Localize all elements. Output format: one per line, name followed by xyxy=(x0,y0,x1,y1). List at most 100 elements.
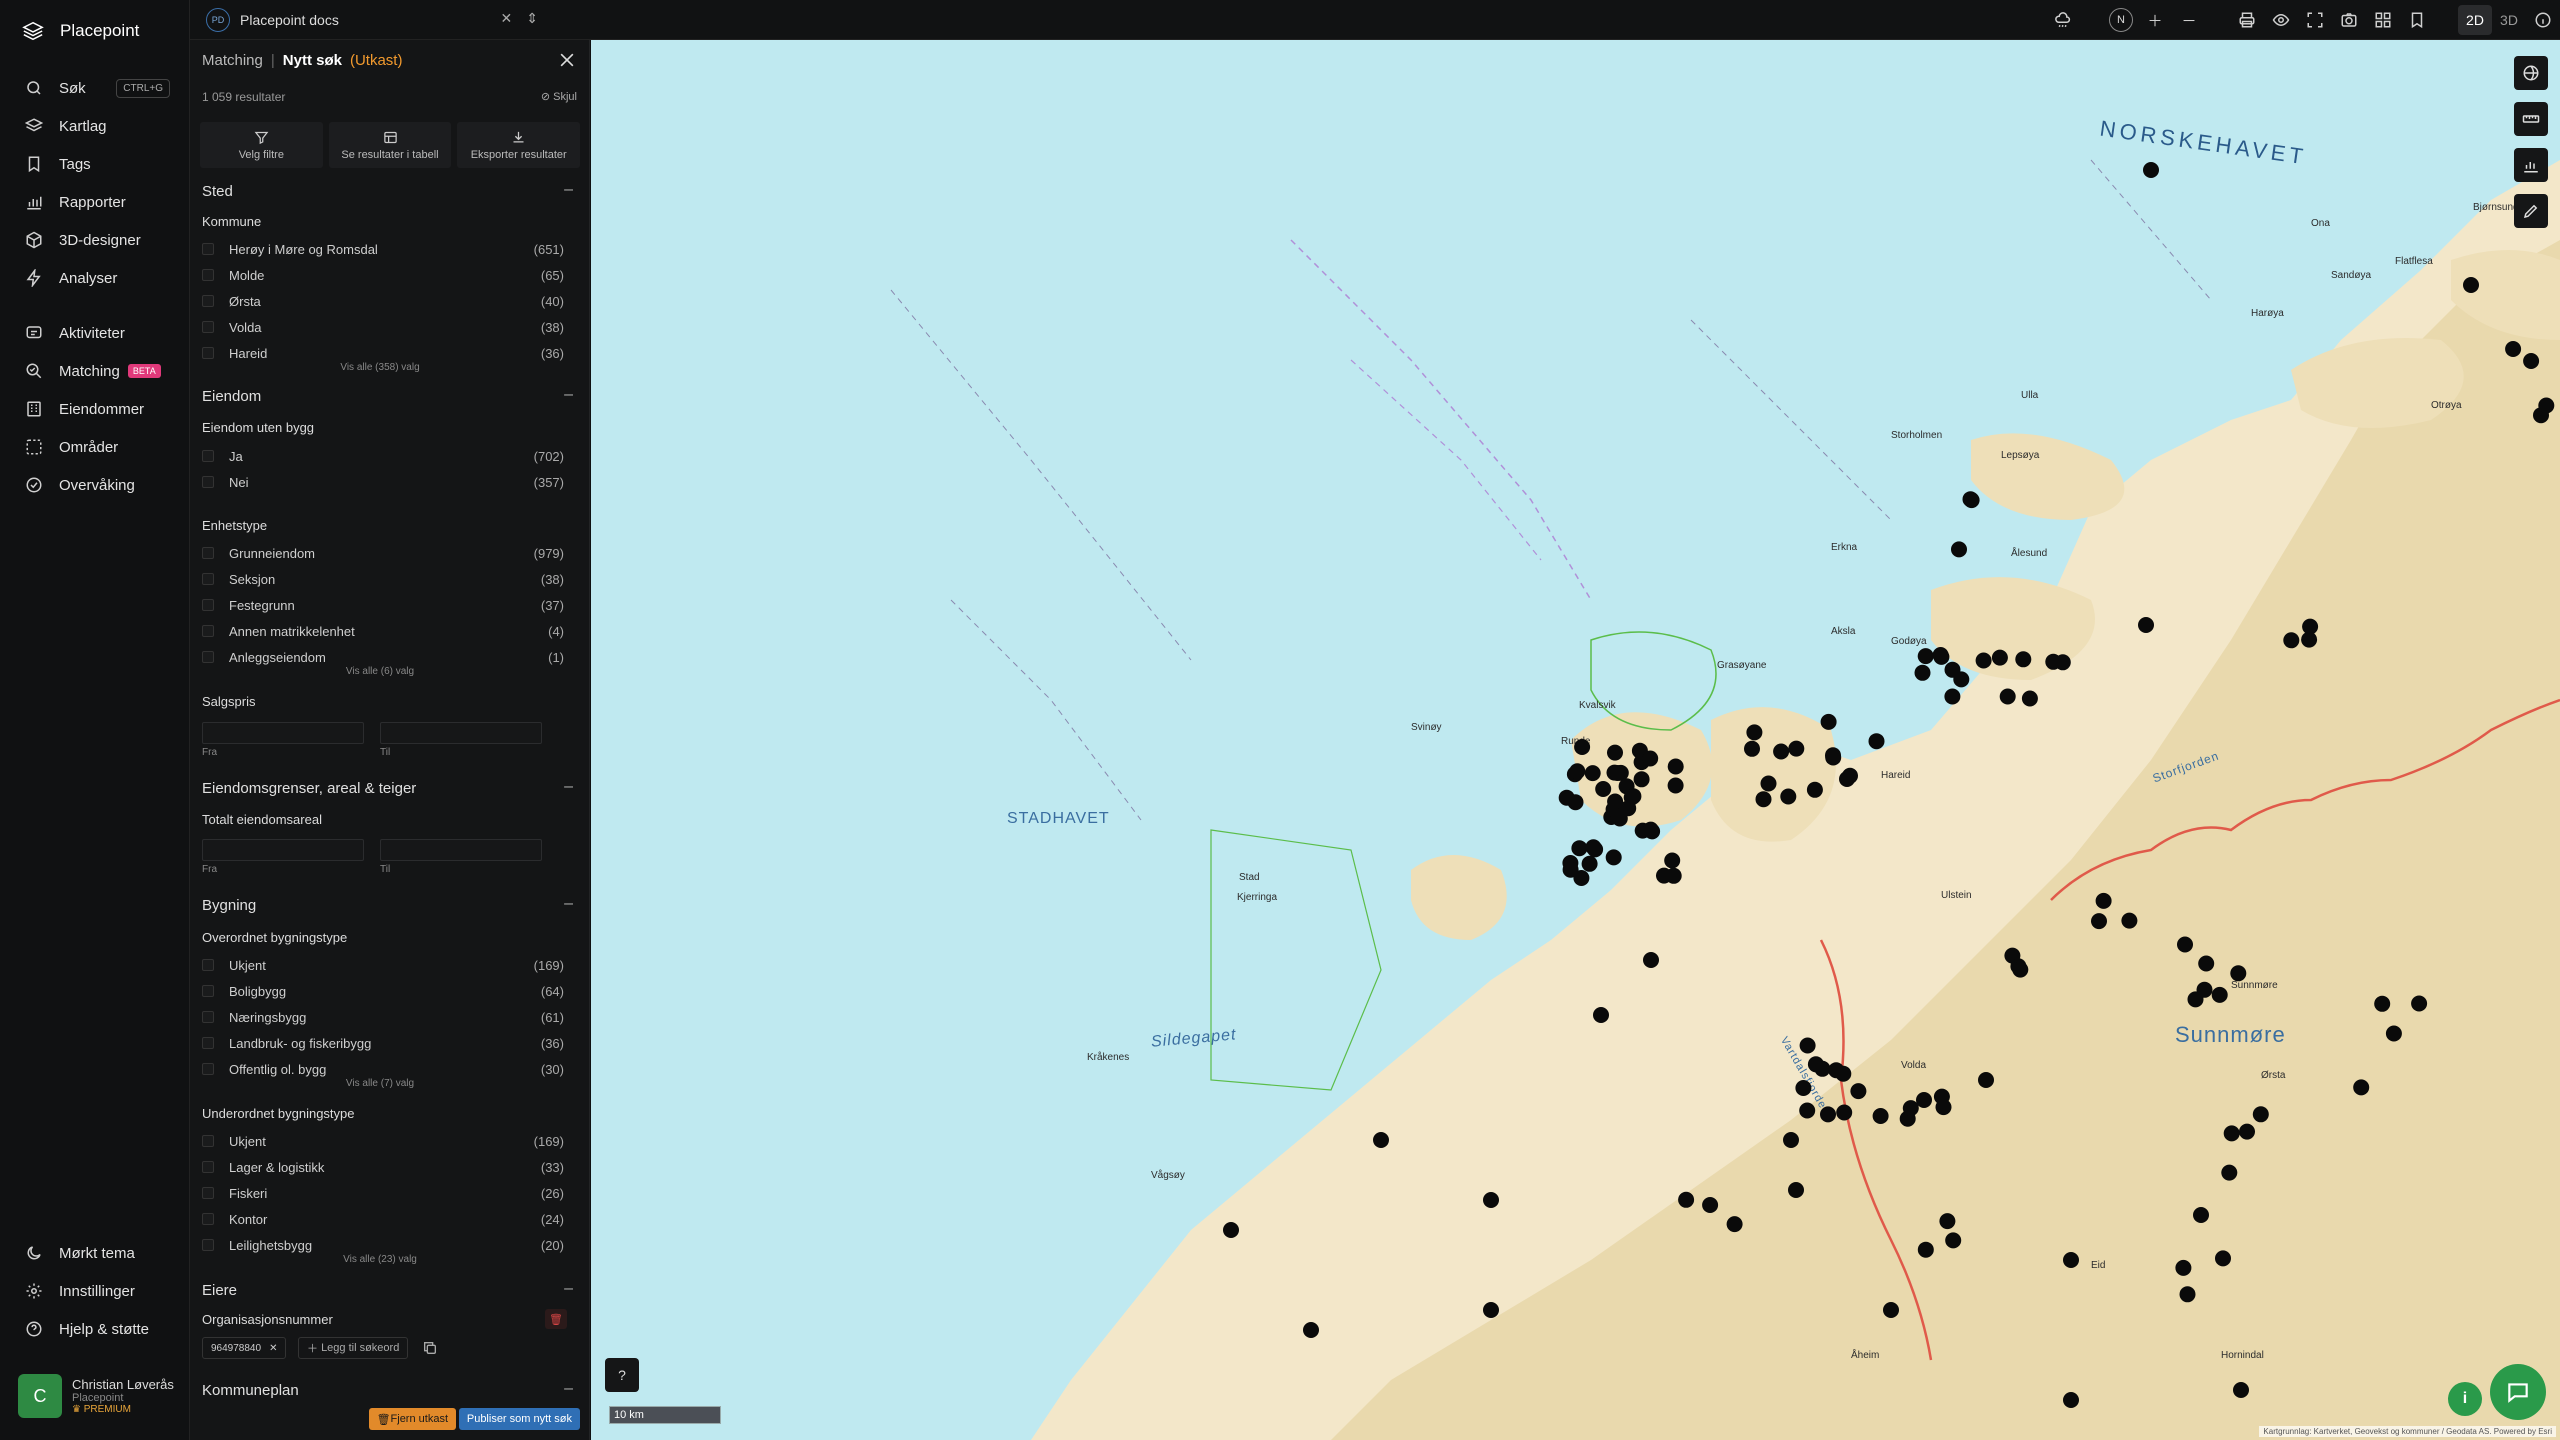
map-canvas[interactable]: NORSKEHAVET STADHAVET Sunnmøre Sildegape… xyxy=(591,40,2560,1440)
result-marker[interactable] xyxy=(1595,781,1612,797)
result-marker[interactable] xyxy=(1933,1088,1950,1105)
checkbox[interactable] xyxy=(202,1063,214,1075)
publish-button[interactable]: Publiser som nytt søk xyxy=(458,1408,580,1430)
result-marker[interactable] xyxy=(2411,995,2428,1012)
result-marker[interactable] xyxy=(1944,661,1961,678)
result-marker[interactable] xyxy=(1585,839,1602,856)
collapse-icon[interactable]: – xyxy=(564,181,573,199)
result-marker[interactable] xyxy=(1562,861,1579,878)
result-marker[interactable] xyxy=(1999,688,2016,705)
result-marker[interactable] xyxy=(1605,849,1622,866)
brand[interactable]: Placepoint xyxy=(22,20,139,42)
chat-button[interactable] xyxy=(2490,1364,2546,1420)
show-all-link[interactable]: Vis alle (23) valg xyxy=(190,1254,570,1265)
result-marker[interactable] xyxy=(1780,788,1797,805)
section-title-kommuneplan[interactable]: Kommuneplan xyxy=(202,1382,299,1399)
result-marker[interactable] xyxy=(2045,653,2062,670)
checkbox[interactable] xyxy=(202,959,214,971)
filter-option[interactable]: Kontor (24) xyxy=(202,1209,564,1229)
nav-item-dark-theme[interactable]: Mørkt tema xyxy=(0,1234,190,1272)
result-marker[interactable] xyxy=(1783,1132,1799,1148)
result-marker[interactable] xyxy=(1746,724,1763,741)
checkbox[interactable] xyxy=(202,1161,214,1173)
result-marker[interactable] xyxy=(2538,397,2555,414)
result-marker[interactable] xyxy=(1483,1192,1499,1208)
checkbox[interactable] xyxy=(202,985,214,997)
result-marker[interactable] xyxy=(2505,341,2522,357)
filter-option[interactable]: Ja (702) xyxy=(202,446,564,466)
eye-icon[interactable] xyxy=(2264,0,2298,40)
filter-option[interactable]: Molde (65) xyxy=(202,265,564,285)
remove-chip-icon[interactable]: ✕ xyxy=(269,1343,277,1354)
result-marker[interactable] xyxy=(1945,1232,1962,1249)
chevron-updown-icon[interactable]: ⇕ xyxy=(526,10,538,27)
section-title-bygning[interactable]: Bygning xyxy=(202,897,256,914)
filter-option[interactable]: Annen matrikkelenhet (4) xyxy=(202,621,564,641)
add-keyword-button[interactable]: ＋ Legg til søkeord xyxy=(298,1337,409,1359)
zoom-out-button[interactable]: － xyxy=(2172,0,2206,40)
nav-item-matching[interactable]: Matching BETA xyxy=(0,352,190,390)
result-marker[interactable] xyxy=(2374,995,2391,1012)
bookmark-toolbar-icon[interactable] xyxy=(2400,0,2434,40)
filter-option[interactable]: Grunneiendom (979) xyxy=(202,543,564,563)
result-marker[interactable] xyxy=(1868,733,1885,750)
result-marker[interactable] xyxy=(1773,743,1790,760)
result-marker[interactable] xyxy=(1760,775,1777,792)
clear-icon[interactable]: ✕ xyxy=(501,10,513,27)
checkbox[interactable] xyxy=(202,1213,214,1225)
result-marker[interactable] xyxy=(2233,1382,2249,1398)
result-marker[interactable] xyxy=(1872,1108,1889,1124)
collapse-icon[interactable]: – xyxy=(564,778,573,796)
result-marker[interactable] xyxy=(2012,961,2029,978)
close-icon[interactable] xyxy=(557,50,577,70)
filter-option[interactable]: Hareid (36) xyxy=(202,343,564,363)
filter-option[interactable]: Herøy i Møre og Romsdal (651) xyxy=(202,239,564,259)
result-marker[interactable] xyxy=(1642,750,1659,767)
result-marker[interactable] xyxy=(2353,1079,2370,1096)
copy-icon[interactable] xyxy=(422,1340,438,1356)
result-marker[interactable] xyxy=(1581,855,1598,872)
result-marker[interactable] xyxy=(1820,1106,1836,1123)
nav-item-settings[interactable]: Innstillinger xyxy=(0,1272,190,1310)
result-marker[interactable] xyxy=(2095,892,2112,909)
collapse-icon[interactable]: – xyxy=(564,895,573,913)
result-marker[interactable] xyxy=(1593,1007,1609,1023)
user-card[interactable]: C Christian Løverås Placepoint ♛ PREMIUM xyxy=(18,1370,178,1422)
result-marker[interactable] xyxy=(1625,788,1642,805)
result-marker[interactable] xyxy=(2283,632,2300,649)
result-marker[interactable] xyxy=(1825,749,1842,766)
section-title-sted[interactable]: Sted xyxy=(202,183,233,200)
result-marker[interactable] xyxy=(1571,840,1588,857)
checkbox[interactable] xyxy=(202,269,214,281)
filter-option[interactable]: Ukjent (169) xyxy=(202,1131,564,1151)
filter-option[interactable]: Festegrunn (37) xyxy=(202,595,564,615)
result-marker[interactable] xyxy=(2193,1207,2209,1223)
trash-icon[interactable]: 🗑 xyxy=(545,1309,567,1329)
result-marker[interactable] xyxy=(2179,1286,2196,1303)
remove-draft-button[interactable]: 🗑 Fjern utkast xyxy=(368,1408,456,1430)
fullscreen-icon[interactable] xyxy=(2298,0,2332,40)
result-marker[interactable] xyxy=(1755,791,1772,808)
result-marker[interactable] xyxy=(1303,1322,1319,1338)
checkbox[interactable] xyxy=(202,547,214,559)
result-marker[interactable] xyxy=(2091,913,2107,930)
section-title-grenser[interactable]: Eiendomsgrenser, areal & teiger xyxy=(202,780,416,797)
result-marker[interactable] xyxy=(1633,771,1650,788)
result-marker[interactable] xyxy=(1656,867,1672,884)
checkbox[interactable] xyxy=(202,651,214,663)
result-marker[interactable] xyxy=(1799,1102,1816,1119)
hide-button[interactable]: ⊘ Skjul xyxy=(541,90,577,103)
result-marker[interactable] xyxy=(1788,1182,1804,1198)
result-marker[interactable] xyxy=(1223,1222,1239,1238)
result-marker[interactable] xyxy=(1607,793,1624,810)
result-marker[interactable] xyxy=(2385,1025,2402,1042)
area-from-input[interactable] xyxy=(202,839,364,861)
section-title-eiere[interactable]: Eiere xyxy=(202,1282,237,1299)
result-marker[interactable] xyxy=(1820,713,1837,730)
info-button[interactable]: i xyxy=(2448,1382,2482,1416)
result-marker[interactable] xyxy=(1558,789,1575,806)
nav-item-eiendommer[interactable]: Eiendommer xyxy=(0,390,190,428)
nav-item-help[interactable]: Hjelp & støtte xyxy=(0,1310,190,1348)
result-marker[interactable] xyxy=(2196,981,2213,998)
weather-icon[interactable] xyxy=(2046,0,2080,40)
